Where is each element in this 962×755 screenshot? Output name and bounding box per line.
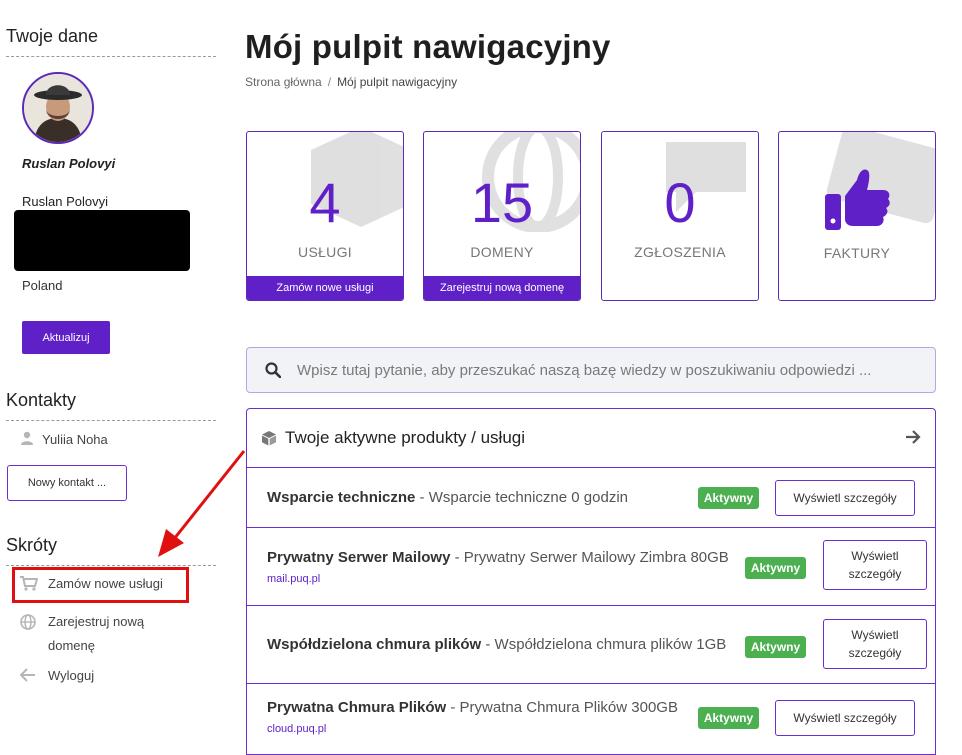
cube-icon: [262, 431, 276, 446]
product-desc: - Prywatny Serwer Mailowy Zimbra 80GB: [450, 549, 729, 566]
product-name: Prywatna Chmura Plików: [267, 699, 447, 716]
search-input[interactable]: [295, 360, 909, 380]
view-details-button[interactable]: Wyświetl szczegóły: [775, 480, 915, 516]
active-products-panel: Twoje aktywne produkty / usługi Wsparcie…: [246, 408, 936, 755]
panel-header[interactable]: Twoje aktywne produkty / usługi: [247, 409, 935, 468]
product-row: Wsparcie techniczne - Wsparcie techniczn…: [247, 468, 935, 528]
tile-tickets[interactable]: 0 ZGŁOSZENIA: [601, 131, 759, 301]
avatar: [22, 72, 94, 144]
product-name: Współdzielona chmura plików: [267, 636, 482, 653]
product-title: Wsparcie techniczne - Wsparcie techniczn…: [267, 489, 628, 506]
tile-footer-link[interactable]: Zarejestruj nową domenę: [424, 276, 580, 300]
profile-country: Poland: [22, 278, 63, 293]
tile-label: USŁUGI: [298, 244, 352, 260]
tile-label: ZGŁOSZENIA: [634, 244, 726, 260]
tile-invoices[interactable]: FAKTURY: [778, 131, 936, 301]
status-badge: Aktywny: [698, 487, 759, 509]
page-title: Mój pulpit nawigacyjny: [245, 28, 611, 65]
profile-name: Ruslan Polovyi: [22, 194, 108, 209]
update-profile-button[interactable]: Aktualizuj: [22, 321, 110, 354]
arrow-right-icon[interactable]: [905, 429, 921, 445]
tile-label: DOMENY: [470, 244, 534, 260]
profile-heading: Twoje dane: [6, 26, 216, 57]
shortcut-logout[interactable]: Wyloguj: [19, 668, 95, 685]
product-domain-link[interactable]: mail.puq.pl: [267, 573, 320, 585]
thumbs-up-icon: [825, 169, 890, 230]
view-details-button[interactable]: Wyświetl szczegóły: [823, 619, 927, 669]
shortcut-register-domain[interactable]: Zarejestruj nową domenę: [20, 610, 170, 658]
panel-title: Twoje aktywne produkty / usługi: [285, 428, 526, 447]
view-details-button[interactable]: Wyświetl szczegóły: [823, 540, 927, 590]
product-title: Współdzielona chmura plików - Współdziel…: [267, 636, 726, 653]
breadcrumb: Strona główna / Mój pulpit nawigacyjny: [245, 75, 457, 89]
tile-services[interactable]: 4 USŁUGI Zamów nowe usługi: [246, 131, 404, 301]
status-badge: Aktywny: [745, 636, 806, 658]
contact-item[interactable]: Yuliia Noha: [20, 431, 108, 448]
breadcrumb-current: Mój pulpit nawigacyjny: [337, 75, 458, 89]
highlight-box: [12, 567, 189, 603]
product-row: Prywatna Chmura Plików - Prywatna Chmura…: [247, 684, 935, 754]
search-icon: [265, 362, 281, 378]
product-desc: - Współdzielona chmura plików 1GB: [481, 636, 727, 653]
product-row: Współdzielona chmura plików - Współdziel…: [247, 606, 935, 684]
product-name: Prywatny Serwer Mailowy: [267, 549, 451, 566]
breadcrumb-home[interactable]: Strona główna: [245, 75, 322, 89]
view-details-button[interactable]: Wyświetl szczegóły: [775, 700, 915, 736]
shortcut-label: Zarejestruj nową domenę: [48, 614, 145, 653]
product-desc: - Wsparcie techniczne 0 godzin: [415, 489, 628, 506]
status-badge: Aktywny: [698, 707, 759, 729]
product-title: Prywatna Chmura Plików - Prywatna Chmura…: [267, 699, 678, 716]
annotation-arrow: [158, 450, 246, 557]
contact-name: Yuliia Noha: [42, 432, 108, 447]
product-title: Prywatny Serwer Mailowy - Prywatny Serwe…: [267, 549, 729, 566]
status-badge: Aktywny: [745, 557, 806, 579]
arrow-left-icon: [19, 668, 38, 685]
shortcut-label: Wyloguj: [48, 668, 95, 683]
product-row: Prywatny Serwer Mailowy - Prywatny Serwe…: [247, 528, 935, 606]
tile-value: 15: [470, 171, 534, 234]
contacts-heading: Kontakty: [6, 390, 216, 421]
user-icon: [20, 431, 34, 448]
knowledgebase-search[interactable]: [246, 347, 936, 393]
new-contact-button[interactable]: Nowy kontakt ...: [7, 465, 127, 501]
tile-value: 4: [309, 171, 341, 234]
tile-footer-link[interactable]: Zamów nowe usługi: [247, 276, 403, 300]
tile-value: 0: [664, 171, 696, 234]
profile-name-heading: Ruslan Polovyi: [22, 156, 116, 171]
globe-icon: [20, 610, 38, 658]
product-desc: - Prywatna Chmura Plików 300GB: [446, 699, 678, 716]
redacted-address: [14, 210, 190, 271]
product-name: Wsparcie techniczne: [267, 489, 416, 506]
breadcrumb-separator: /: [327, 75, 332, 89]
tile-label: FAKTURY: [823, 245, 891, 261]
tile-domains[interactable]: 15 DOMENY Zarejestruj nową domenę: [423, 131, 581, 301]
product-domain-link[interactable]: cloud.puq.pl: [267, 723, 326, 735]
